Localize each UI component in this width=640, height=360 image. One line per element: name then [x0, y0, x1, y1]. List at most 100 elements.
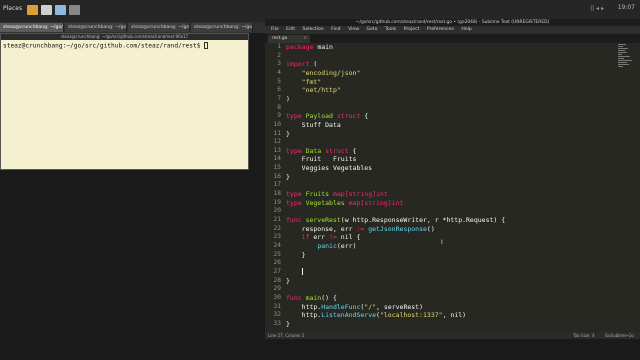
- terminal-prompt-line[interactable]: steaz@crunchbang:~/go/src/github.com/ste…: [3, 42, 248, 50]
- line-number: 25: [273, 250, 281, 258]
- close-icon[interactable]: ×: [303, 35, 307, 43]
- minimap[interactable]: [618, 43, 634, 93]
- line-number: 23: [273, 233, 281, 241]
- code-line: if err != nil {: [301, 233, 361, 242]
- line-number: 16: [273, 172, 281, 180]
- taskbar-item-terminal-4[interactable]: steaz@crunchbang: ~/go/src/github.c: [191, 23, 253, 32]
- menu-goto[interactable]: Goto: [366, 27, 377, 32]
- code-line: package main: [286, 43, 333, 51]
- line-number: 15: [273, 164, 281, 172]
- tab-rest-go[interactable]: rest.go ×: [268, 35, 310, 43]
- code-line: }: [286, 129, 290, 138]
- line-number: 11: [273, 129, 281, 137]
- places-menu[interactable]: Places: [3, 5, 22, 12]
- line-number: 30: [273, 293, 281, 301]
- code-line: panic(err): [317, 241, 357, 250]
- status-syntax[interactable]: GoSublime-Go: [605, 332, 634, 339]
- taskbar-item-terminal-2[interactable]: steaz@crunchbang: ~/go/src/github.c: [65, 23, 127, 32]
- sublime-title: ~/go/src/github.com/steaz/rand/rest/rest…: [265, 19, 640, 26]
- code-line: import (: [286, 60, 318, 69]
- line-number: 2: [277, 51, 281, 59]
- code-line: type Payload struct {: [286, 112, 369, 121]
- menu-selection[interactable]: Selection: [303, 27, 324, 32]
- code-line: }: [286, 276, 290, 285]
- mouse-pointer-icon: I: [441, 239, 443, 246]
- code-editor[interactable]: 1 2 3 4 5 6 7 8 9 10 11 12 13 14 15 16 17 18 19 20 21 22 23 24 2…: [265, 43, 640, 332]
- code-line: http.HandleFunc("/", serveRest): [286, 302, 424, 311]
- tab-label: rest.go: [272, 36, 288, 41]
- folder-icon[interactable]: [27, 5, 38, 15]
- menu-tools[interactable]: Tools: [385, 27, 396, 32]
- line-number: 31: [273, 302, 281, 310]
- code-line: ): [286, 94, 290, 103]
- status-bar: Line 27, Column 5 Tab Size: 4 GoSublime-…: [265, 332, 640, 339]
- menu-help[interactable]: Help: [461, 27, 471, 32]
- browser-launcher-icon[interactable]: [55, 5, 66, 15]
- line-number: 7: [277, 94, 281, 102]
- tab-bar: rest.go ×: [265, 34, 640, 43]
- code-line: "encoding/json": [301, 68, 361, 77]
- line-number: 3: [277, 60, 281, 68]
- menu-file[interactable]: File: [271, 27, 279, 32]
- line-number: 17: [273, 181, 281, 189]
- editor-launcher-icon[interactable]: [69, 5, 80, 15]
- menu-find[interactable]: Find: [331, 27, 340, 32]
- code-line: type Data struct {: [286, 146, 357, 155]
- code-line: }: [286, 172, 290, 181]
- code-line: }: [286, 319, 290, 328]
- menu-edit[interactable]: Edit: [286, 27, 295, 32]
- status-tab-size[interactable]: Tab Size: 4: [573, 332, 594, 339]
- menu-project[interactable]: Project: [404, 27, 420, 32]
- sublime-window: ~/go/src/github.com/steaz/rand/rest/rest…: [265, 19, 640, 339]
- code-line: http.ListenAndServe("localhost:1337", ni…: [286, 311, 467, 320]
- line-number: 5: [277, 77, 281, 85]
- code-line: response, err := getJsonResponse(): [286, 224, 435, 233]
- code-line: Veggies Vegetables: [286, 164, 373, 173]
- line-number: 13: [273, 146, 281, 154]
- code-line: type Vegetables map[string]int: [286, 198, 404, 207]
- line-number: 1: [277, 43, 281, 50]
- status-position: Line 27, Column 5: [268, 333, 305, 338]
- line-number: 18: [273, 190, 281, 198]
- line-number: 14: [273, 155, 281, 163]
- clock: 19:07: [617, 4, 635, 11]
- line-number: 24: [273, 241, 281, 249]
- taskbar-item-terminal-3[interactable]: steaz@crunchbang: ~/go/src/github.c: [128, 23, 190, 32]
- terminal-window[interactable]: steaz@crunchbang: ~/go/src/github.com/st…: [0, 33, 249, 170]
- line-number: 10: [273, 120, 281, 128]
- terminal-prompt: steaz@crunchbang:~/go/src/github.com/ste…: [3, 42, 205, 50]
- code-line: func serveRest(w http.ResponseWriter, r …: [286, 216, 506, 224]
- line-number-gutter: 1 2 3 4 5 6 7 8 9 10 11 12 13 14 15 16 17 18 19 20 21 22 23 24 2…: [265, 43, 282, 332]
- line-number: 22: [273, 224, 281, 232]
- line-number: 9: [277, 112, 281, 120]
- code-line-current: [286, 268, 303, 277]
- terminal-cursor: [204, 42, 209, 49]
- code-line: func main() {: [286, 293, 337, 302]
- line-number: 32: [273, 311, 281, 319]
- line-number: 29: [273, 285, 281, 293]
- line-number: 20: [273, 207, 281, 215]
- line-number: 21: [273, 216, 281, 223]
- menu-preferences[interactable]: Preferences: [427, 27, 454, 32]
- code-line: }: [286, 250, 306, 259]
- line-number: 19: [273, 198, 281, 206]
- line-number: 27: [273, 267, 281, 275]
- terminal-title: steaz@crunchbang: ~/go/src/github.com/st…: [1, 34, 248, 40]
- code-line: "fmt": [301, 77, 322, 86]
- line-number: 28: [273, 276, 281, 284]
- taskbar-item-terminal-1[interactable]: steaz@crunchbang: ~/go/src/github.com/st…: [0, 23, 64, 32]
- menu-view[interactable]: View: [348, 27, 359, 32]
- code-line: "net/http": [301, 86, 341, 95]
- system-tray[interactable]: || ◂ ▸: [590, 5, 604, 12]
- line-number: 12: [273, 138, 281, 146]
- sublime-menubar: File Edit Selection Find View Goto Tools…: [265, 26, 640, 34]
- text-cursor: [301, 268, 303, 276]
- terminal-launcher-icon[interactable]: [41, 5, 52, 15]
- line-number: 8: [277, 103, 281, 111]
- line-number: 4: [277, 68, 281, 76]
- line-number: 6: [277, 86, 281, 94]
- code-line: Stuff Data: [286, 120, 341, 129]
- code-line: Fruit Fruits: [286, 155, 357, 164]
- code-line: type Fruits map[string]int: [286, 190, 388, 199]
- line-number: 26: [273, 259, 281, 267]
